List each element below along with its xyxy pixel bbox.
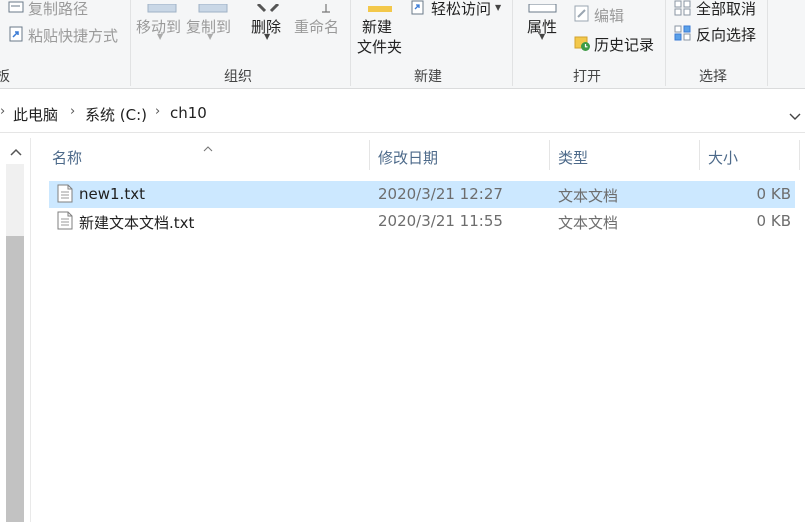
properties-icon	[528, 0, 558, 13]
breadcrumb-chevron-icon[interactable]: ›	[155, 104, 160, 119]
move-to-dropdown-icon: ▼	[157, 32, 164, 41]
breadcrumb-ch10[interactable]: ch10	[170, 104, 207, 122]
edit-button[interactable]: 编辑	[594, 5, 624, 26]
copy-to-dropdown-icon: ▼	[207, 32, 214, 41]
new-folder-button-line2[interactable]: 文件夹	[357, 36, 402, 57]
copy-path-icon	[8, 0, 24, 13]
select-none-icon	[674, 0, 692, 16]
new-group-label: 新建	[414, 69, 442, 85]
column-divider[interactable]	[799, 140, 800, 170]
invert-selection-button[interactable]: 反向选择	[696, 24, 756, 45]
file-size: 0 KB	[756, 185, 791, 203]
column-header-type[interactable]: 类型	[558, 147, 588, 168]
address-history-chevron-down-icon[interactable]	[788, 108, 802, 120]
edit-icon	[574, 5, 590, 22]
text-file-icon	[57, 211, 73, 230]
file-type: 文本文档	[558, 214, 619, 232]
column-header-modified[interactable]: 修改日期	[378, 147, 438, 168]
delete-dropdown-icon: ▼	[264, 32, 271, 41]
select-none-button[interactable]: 全部取消	[696, 0, 756, 19]
text-file-icon	[57, 184, 73, 203]
clipboard-group-label: 板	[0, 69, 10, 85]
breadcrumb-this-pc[interactable]: 此电脑	[13, 104, 58, 125]
ribbon-separator	[350, 0, 351, 86]
paste-shortcut-icon	[9, 26, 23, 42]
paste-shortcut-button[interactable]: 粘贴快捷方式	[28, 25, 118, 46]
history-icon	[574, 34, 592, 52]
easy-access-dropdown-icon: ▼	[495, 3, 502, 12]
move-to-icon	[146, 0, 180, 13]
new-folder-icon	[368, 0, 392, 12]
invert-selection-icon	[674, 25, 692, 41]
ribbon-separator	[665, 0, 666, 86]
ribbon-separator	[512, 0, 513, 86]
easy-access-icon	[410, 0, 426, 16]
copy-to-icon	[197, 0, 231, 13]
file-modified: 2020/3/21 11:55	[378, 212, 503, 230]
breadcrumb-chevron-icon: ›	[0, 104, 6, 119]
column-header-size[interactable]: 大小	[708, 147, 738, 168]
ribbon-separator	[767, 0, 768, 86]
file-size: 0 KB	[756, 212, 791, 230]
easy-access-button[interactable]: 轻松访问	[431, 0, 491, 19]
column-divider[interactable]	[549, 140, 550, 170]
rename-button[interactable]: 重命名	[294, 16, 339, 37]
ribbon-separator	[130, 0, 131, 86]
delete-icon	[254, 0, 282, 13]
properties-dropdown-icon: ▼	[539, 32, 546, 41]
breadcrumb-system-drive[interactable]: 系统 (C:)	[85, 104, 147, 125]
column-header-name[interactable]: 名称	[52, 147, 82, 168]
copy-path-button[interactable]: 复制路径	[28, 0, 88, 19]
select-group-label: 选择	[699, 69, 727, 85]
file-modified: 2020/3/21 12:27	[378, 185, 503, 203]
scroll-up-icon[interactable]	[9, 144, 23, 156]
file-name[interactable]: new1.txt	[79, 185, 145, 203]
sort-ascending-icon	[202, 139, 214, 152]
rename-icon	[318, 0, 334, 13]
column-divider[interactable]	[699, 140, 700, 170]
organize-group-label: 组织	[224, 69, 252, 85]
column-divider[interactable]	[369, 140, 370, 170]
breadcrumb-chevron-icon[interactable]: ›	[70, 104, 75, 119]
navigation-scrollbar-thumb[interactable]	[6, 236, 24, 522]
file-type: 文本文档	[558, 187, 619, 205]
file-name[interactable]: 新建文本文档.txt	[79, 212, 194, 233]
history-button[interactable]: 历史记录	[594, 34, 654, 55]
new-folder-button[interactable]: 新建	[362, 16, 392, 37]
open-group-label: 打开	[573, 69, 601, 85]
